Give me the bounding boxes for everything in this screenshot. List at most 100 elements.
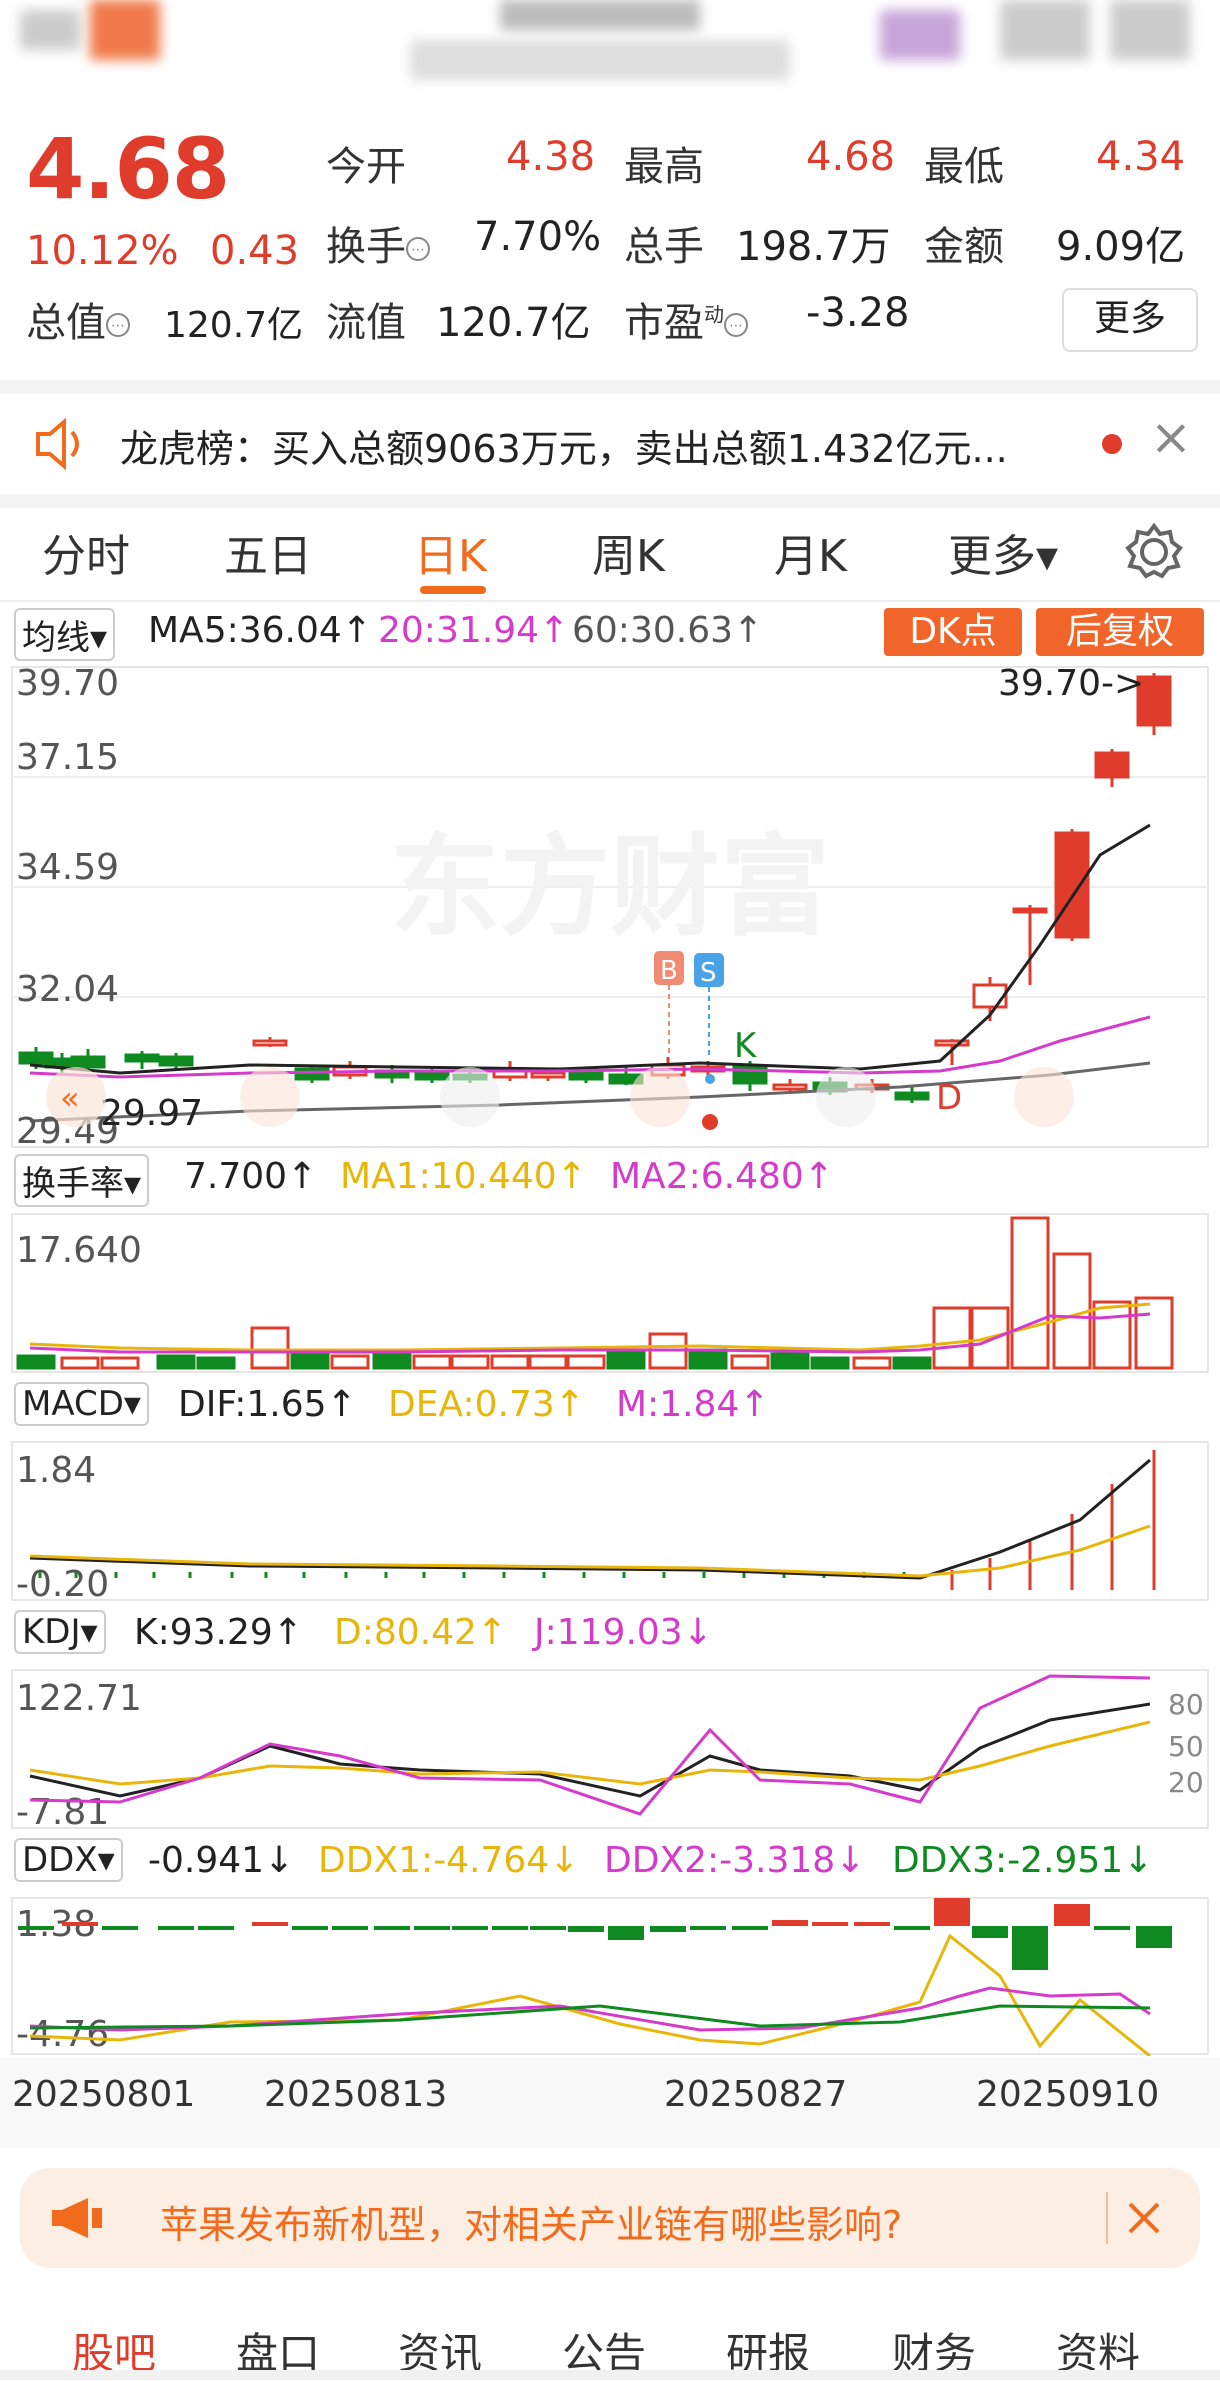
- candle-body: [1094, 751, 1130, 779]
- kline-chart[interactable]: 东方财富 39.70 37.15 34.59 32.04 29.49 39.70…: [0, 665, 1220, 1165]
- mktcap-label-text: 总值: [26, 300, 106, 346]
- volume-value: 198.7万: [736, 224, 891, 270]
- dk-point-button[interactable]: DK点: [884, 608, 1022, 656]
- turnover-ma2: MA2:6.480↑: [610, 1156, 834, 1197]
- ddx-bar: [332, 1926, 368, 1930]
- date-label-1: 20250801: [12, 2074, 196, 2115]
- close-icon[interactable]: [1124, 2198, 1164, 2238]
- tab-five-day[interactable]: 五日: [224, 520, 312, 584]
- ddx-value: -0.941↓: [148, 1840, 295, 1881]
- turnover-bar: [606, 1350, 646, 1370]
- zoom-in-handle[interactable]: [440, 1067, 500, 1127]
- pe-label[interactable]: 市盈动 ⋯: [624, 290, 748, 348]
- bottom-toolbar-strip: [0, 2370, 1220, 2380]
- kline-tick-4: 32.04: [16, 969, 119, 1010]
- ddx-bars: [18, 1898, 1172, 1970]
- kdj-k: K:93.29↑: [134, 1612, 303, 1653]
- max-price-label: 39.70->: [998, 665, 1144, 704]
- turnover-selector[interactable]: 换手率▾: [14, 1154, 150, 1207]
- candle-body: [530, 1071, 566, 1079]
- macd-dea: DEA:0.73↑: [388, 1384, 585, 1425]
- turnover-bar: [196, 1356, 236, 1370]
- ma5-value: MA5:36.04↑: [148, 610, 372, 651]
- logo-icon: [90, 0, 160, 60]
- ddx1-value: DDX1:-4.764↓: [318, 1840, 580, 1881]
- turnover-bar: [412, 1354, 452, 1370]
- turnover-bar: [852, 1356, 892, 1370]
- info-icon[interactable]: ⋯: [106, 313, 130, 337]
- ma60-value: 60:30.63↑: [572, 610, 764, 651]
- candle-body: [158, 1055, 194, 1067]
- signal-dot-small: [705, 1074, 715, 1084]
- volume-label: 总手: [624, 224, 704, 270]
- close-icon[interactable]: ×: [1150, 408, 1192, 466]
- macd-tick-top: 1.84: [16, 1450, 96, 1491]
- min-price-label: 29.97: [100, 1093, 203, 1134]
- ddx-bar: [1054, 1904, 1090, 1926]
- ma-selector[interactable]: 均线▾: [14, 608, 116, 661]
- turnover-label-text: 换手: [326, 224, 406, 270]
- low-value: 4.34: [1096, 134, 1186, 180]
- float-value: 120.7亿: [436, 300, 591, 346]
- ddx-bar: [972, 1926, 1008, 1938]
- ddx-chart[interactable]: 1.38 -4.76: [0, 1896, 1220, 2056]
- ddx-bar: [690, 1926, 726, 1930]
- turnover-bar: [250, 1326, 290, 1370]
- tab-more[interactable]: 更多▾: [948, 520, 1058, 584]
- mktcap-label[interactable]: 总值 ⋯: [26, 290, 130, 348]
- turnover-bar: [16, 1354, 56, 1370]
- macd-chart[interactable]: 1.84 -0.20: [0, 1440, 1220, 1602]
- avatar[interactable]: [880, 10, 960, 60]
- gear-icon[interactable]: [1124, 522, 1184, 582]
- date-axis: 20250801 20250813 20250827 20250910: [0, 2058, 1220, 2148]
- expand-handle[interactable]: [1014, 1067, 1074, 1127]
- turnover-label[interactable]: 换手 ⋯: [326, 214, 430, 272]
- back-icon[interactable]: [20, 10, 80, 50]
- tab-intraday[interactable]: 分时: [42, 520, 130, 584]
- change-abs: 0.43: [210, 228, 300, 274]
- search-icon[interactable]: [1110, 0, 1190, 60]
- open-label: 今开: [326, 144, 406, 190]
- ddx-selector[interactable]: DDX▾: [14, 1838, 123, 1882]
- turnover-ma1: MA1:10.440↑: [340, 1156, 587, 1197]
- macd-legend: MACD▾ DIF:1.65↑ DEA:0.73↑ M:1.84↑: [0, 1378, 1220, 1438]
- tab-daily-k[interactable]: 日K: [414, 520, 487, 584]
- ddx-bar: [1012, 1926, 1048, 1970]
- sell-marker-text: S: [700, 958, 717, 988]
- candle-body: [294, 1067, 330, 1081]
- prev-handle[interactable]: [630, 1067, 690, 1127]
- turnover-bar: [490, 1354, 530, 1370]
- change-pct: 10.12%: [26, 228, 179, 274]
- share-icon[interactable]: [1000, 0, 1090, 60]
- notice-bar[interactable]: 龙虎榜：买入总额9063万元，卖出总额1.432亿元... ×: [0, 380, 1220, 508]
- kdj-level-20: 20: [1168, 1766, 1204, 1799]
- ddx-bar: [854, 1922, 890, 1926]
- tab-weekly-k[interactable]: 周K: [592, 520, 665, 584]
- banner-divider: [1106, 2192, 1108, 2244]
- adjust-button[interactable]: 后复权: [1036, 608, 1204, 656]
- kdj-chart[interactable]: 122.71 -7.81 80 50 20: [0, 1668, 1220, 1830]
- news-banner[interactable]: 苹果发布新机型，对相关产业链有哪些影响?: [20, 2168, 1200, 2268]
- double-chevron-left-icon: «: [60, 1079, 80, 1117]
- kdj-k-line: [29, 1702, 1151, 1798]
- turnover-bar: [60, 1356, 100, 1370]
- quote-panel: 4.68 10.12% 0.43 今开 4.38 最高 4.68 最低 4.34…: [0, 100, 1220, 370]
- turnover-bar: [1134, 1296, 1174, 1370]
- info-icon[interactable]: ⋯: [724, 313, 748, 337]
- candle-body: [1012, 907, 1048, 914]
- ddx-bar: [198, 1926, 234, 1930]
- more-button[interactable]: 更多: [1062, 288, 1198, 352]
- turnover-chart[interactable]: 17.640: [0, 1212, 1220, 1374]
- next-handle[interactable]: [816, 1067, 876, 1127]
- pe-value: -3.28: [806, 290, 910, 336]
- kdj-selector[interactable]: KDJ▾: [14, 1610, 106, 1654]
- ddx-bar: [1094, 1926, 1130, 1930]
- ddx-bar: [530, 1926, 566, 1930]
- macd-tick-bottom: -0.20: [16, 1564, 109, 1602]
- turnover-bar: [372, 1350, 412, 1370]
- zoom-out-handle[interactable]: [240, 1067, 300, 1127]
- macd-selector[interactable]: MACD▾: [14, 1382, 149, 1426]
- turnover-bar: [688, 1348, 728, 1370]
- info-icon[interactable]: ⋯: [406, 237, 430, 261]
- tab-monthly-k[interactable]: 月K: [774, 520, 847, 584]
